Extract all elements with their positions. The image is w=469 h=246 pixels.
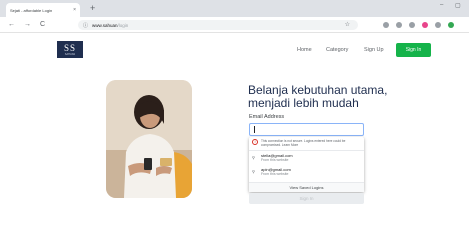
warning-icon: !	[252, 139, 258, 145]
url-host: www.sahuan	[92, 22, 118, 28]
maximize-icon[interactable]: ▢	[455, 2, 461, 9]
logo-subtext: SAHUAN	[64, 53, 76, 56]
text-caret	[254, 126, 255, 133]
extension-icon[interactable]	[409, 22, 415, 28]
url-text: www.sahuan/login	[92, 23, 128, 28]
extension-icon[interactable]	[383, 22, 389, 28]
insecure-warning-text[interactable]: This connection is not secure. Logins en…	[261, 139, 361, 148]
key-icon: ⚲	[252, 169, 255, 174]
nav-category[interactable]: Category	[326, 47, 348, 53]
browser-tabstrip: Sejati - affordable Login × + – ▢	[0, 0, 469, 17]
browser-tab[interactable]: Sejati - affordable Login ×	[6, 3, 80, 17]
reload-icon[interactable]: C	[40, 20, 45, 29]
address-bar[interactable]: ⓘ www.sahuan/login ☆	[78, 20, 358, 30]
logo-mark: SS	[63, 43, 76, 53]
autofill-suggestion[interactable]: ⚲ apin@gmail.com From this website	[249, 166, 364, 178]
bookmark-star-icon[interactable]: ☆	[345, 21, 350, 28]
headline-line-2: menjadi lebih mudah	[248, 96, 359, 110]
tab-close-icon[interactable]: ×	[73, 7, 76, 13]
url-path: /login	[117, 22, 129, 28]
minimize-icon[interactable]: –	[440, 2, 443, 8]
browser-toolbar: ← → C ⓘ www.sahuan/login ☆	[0, 17, 469, 33]
nav-home[interactable]: Home	[297, 47, 312, 53]
suggestion-source: From this website	[261, 158, 289, 162]
page-info-icon[interactable]: ⓘ	[83, 22, 88, 29]
hero-image	[106, 80, 192, 198]
back-icon[interactable]: ←	[8, 20, 15, 29]
sign-in-submit-button[interactable]: Sign In	[249, 193, 364, 204]
extension-icon[interactable]	[435, 22, 441, 28]
extension-icon[interactable]	[396, 22, 402, 28]
new-tab-icon[interactable]: +	[90, 3, 95, 13]
suggestion-source: From this website	[261, 172, 289, 176]
extension-icon[interactable]	[422, 22, 428, 28]
site-logo[interactable]: SS SAHUAN	[57, 41, 83, 58]
nav-sign-up[interactable]: Sign Up	[364, 47, 384, 53]
tab-title: Sejati - affordable Login	[10, 7, 53, 13]
autofill-suggestion[interactable]: ⚲ stella@gmail.com From this website	[249, 152, 364, 164]
woman-shopping-illustration	[106, 80, 192, 198]
page-headline: Belanja kebutuhan utama, menjadi lebih m…	[248, 84, 387, 110]
email-field[interactable]	[249, 123, 364, 136]
key-icon: ⚲	[252, 155, 255, 160]
header-sign-in-button[interactable]: Sign In	[396, 43, 431, 57]
insecure-warning: ! This connection is not secure. Logins …	[249, 137, 364, 151]
view-saved-logins-button[interactable]: View Saved Logins	[249, 182, 364, 192]
profile-avatar-icon[interactable]	[448, 22, 454, 28]
forward-icon[interactable]: →	[24, 20, 31, 29]
autofill-dropdown: ! This connection is not secure. Logins …	[249, 137, 364, 192]
email-label: Email Address	[249, 114, 285, 120]
